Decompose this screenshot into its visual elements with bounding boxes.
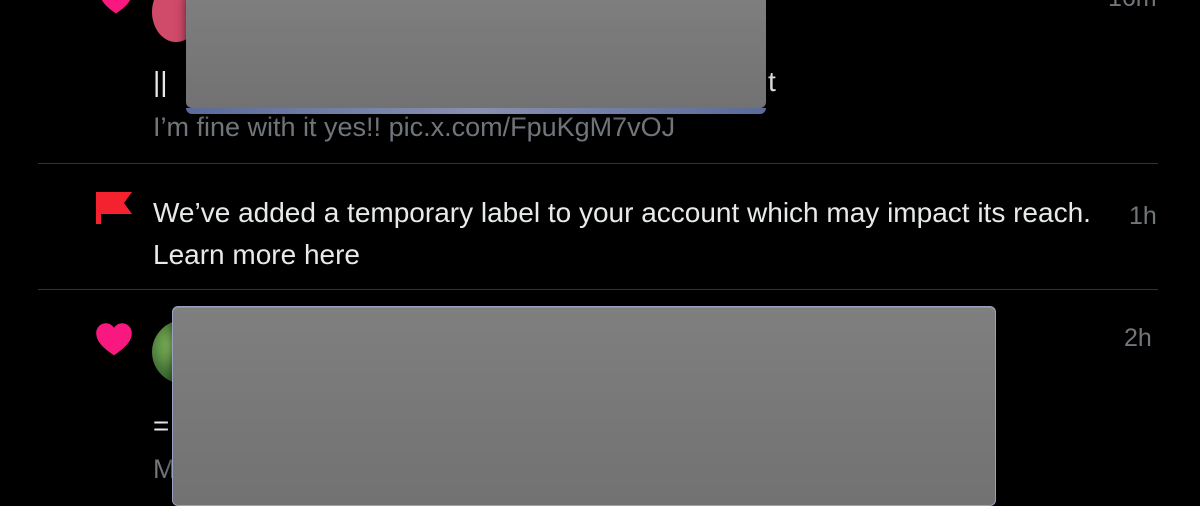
divider (38, 289, 1158, 290)
sender-name-start: || (153, 66, 168, 97)
flag-icon (96, 192, 132, 224)
redaction-box (172, 306, 996, 506)
redaction-box (186, 0, 766, 114)
heart-icon (96, 323, 132, 356)
heart-icon (101, 0, 131, 14)
notification-message: We’ve added a temporary label to your ac… (153, 192, 1123, 276)
sender-name-end: t (768, 66, 776, 97)
timestamp: 1h (1129, 202, 1157, 230)
notification-message-text: We’ve added a temporary label to your ac… (153, 197, 1091, 228)
learn-more-link[interactable]: Learn more here (153, 239, 360, 270)
post-snippet[interactable]: I’m fine with it yes!! pic.x.com/FpuKgM7… (153, 112, 675, 143)
timestamp: 16m (1108, 0, 1157, 13)
divider (38, 163, 1158, 164)
sender-name-start: = (153, 410, 170, 441)
timestamp: 2h (1124, 324, 1152, 352)
